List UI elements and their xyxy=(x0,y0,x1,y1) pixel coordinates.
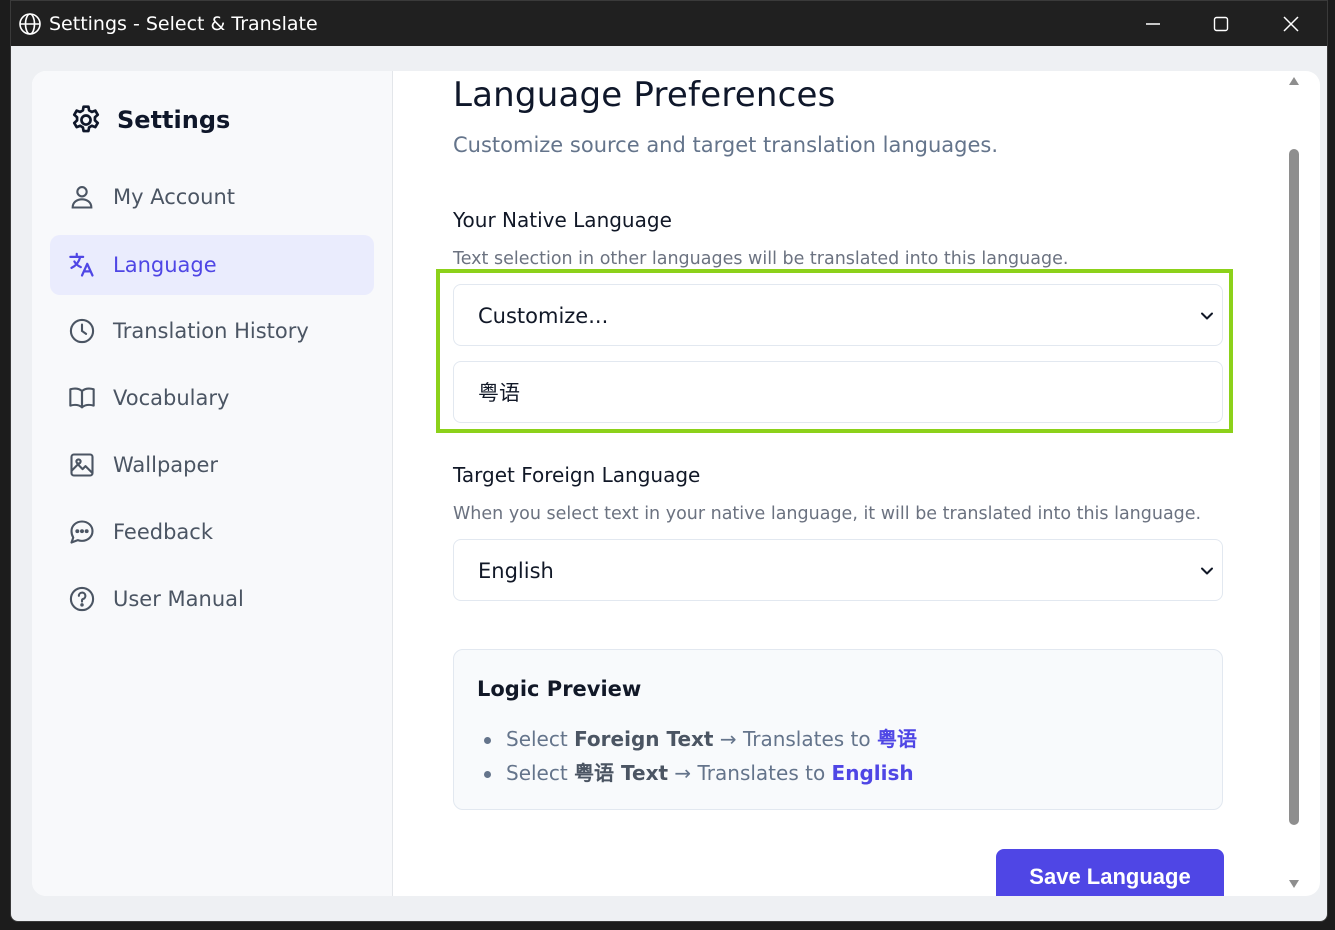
native-language-description: Text selection in other languages will b… xyxy=(453,249,1069,269)
sidebar-item-label: Vocabulary xyxy=(113,386,230,410)
target-language-select[interactable]: English xyxy=(453,539,1223,601)
sidebar: Settings My Account Language Translation… xyxy=(32,71,393,896)
minimize-button[interactable] xyxy=(1119,1,1187,46)
maximize-button[interactable] xyxy=(1187,1,1255,46)
sidebar-item-label: Translation History xyxy=(113,319,309,343)
book-open-icon xyxy=(69,387,95,409)
preview-text: Select xyxy=(506,761,575,785)
sidebar-item-my-account[interactable]: My Account xyxy=(50,167,374,227)
list-item: Select 粤语 Text → Translates to English xyxy=(477,756,917,790)
sidebar-item-label: My Account xyxy=(113,185,236,209)
chevron-down-icon xyxy=(1201,567,1213,575)
target-language-title: Target Foreign Language xyxy=(453,463,701,487)
sidebar-item-wallpaper[interactable]: Wallpaper xyxy=(50,435,374,495)
custom-native-language-input[interactable]: 粤语 xyxy=(453,361,1223,423)
native-language-select[interactable]: Customize... xyxy=(453,284,1223,346)
minimize-icon xyxy=(1146,22,1160,25)
preview-target: 粤语 xyxy=(876,727,917,751)
help-circle-icon xyxy=(69,586,95,612)
sidebar-item-label: Language xyxy=(113,253,217,277)
gear-icon xyxy=(72,105,100,133)
scrollbar-thumb[interactable] xyxy=(1289,149,1299,825)
settings-card: Settings My Account Language Translation… xyxy=(32,71,1320,896)
sidebar-item-vocabulary[interactable]: Vocabulary xyxy=(50,368,374,428)
chevron-down-icon xyxy=(1201,312,1213,320)
sidebar-item-user-manual[interactable]: User Manual xyxy=(50,569,374,629)
translate-icon xyxy=(69,252,94,277)
preview-target: English xyxy=(831,761,914,785)
scrollbar[interactable] xyxy=(1286,71,1302,896)
sidebar-item-label: Feedback xyxy=(113,520,214,544)
sidebar-item-feedback[interactable]: Feedback xyxy=(50,502,374,562)
preview-source: 粤语 Text xyxy=(574,761,669,785)
page-subtitle: Customize source and target translation … xyxy=(453,133,999,157)
sidebar-item-label: User Manual xyxy=(113,587,244,611)
sidebar-title: Settings xyxy=(117,106,231,134)
target-language-description: When you select text in your native lang… xyxy=(453,504,1202,524)
sidebar-header: Settings xyxy=(69,103,230,137)
logic-preview-list: Select Foreign Text → Translates to 粤语 S… xyxy=(477,722,917,790)
save-language-button[interactable]: Save Language xyxy=(996,849,1224,896)
window-title: Settings - Select & Translate xyxy=(49,13,318,35)
preview-text: Select xyxy=(506,727,575,751)
image-icon xyxy=(70,453,94,477)
logic-preview-title: Logic Preview xyxy=(477,677,642,701)
native-language-select-value: Customize... xyxy=(478,304,609,328)
globe-icon xyxy=(19,13,41,35)
scroll-up-icon[interactable] xyxy=(1289,76,1299,86)
close-icon xyxy=(1283,15,1299,32)
logic-preview-panel: Logic Preview Select Foreign Text → Tran… xyxy=(453,649,1223,810)
maximize-icon xyxy=(1213,16,1229,31)
preview-text: → Translates to xyxy=(713,727,877,751)
preview-source: Foreign Text xyxy=(574,727,714,751)
sidebar-item-label: Wallpaper xyxy=(113,453,219,477)
main-content: Language Preferences Customize source an… xyxy=(393,71,1283,896)
close-button[interactable] xyxy=(1257,1,1325,46)
sidebar-item-language[interactable]: Language xyxy=(50,235,374,295)
native-language-title: Your Native Language xyxy=(453,208,672,232)
app-window: Settings - Select & Translate Settings M… xyxy=(10,0,1328,922)
chat-bubble-icon xyxy=(70,520,94,544)
clock-icon xyxy=(69,318,95,344)
target-language-select-value: English xyxy=(478,559,554,583)
user-icon xyxy=(71,186,93,209)
page-title: Language Preferences xyxy=(453,75,836,115)
sidebar-item-translation-history[interactable]: Translation History xyxy=(50,301,374,361)
scroll-down-icon[interactable] xyxy=(1289,879,1299,889)
list-item: Select Foreign Text → Translates to 粤语 xyxy=(477,722,917,756)
title-bar[interactable]: Settings - Select & Translate xyxy=(11,1,1327,46)
preview-text: → Translates to xyxy=(668,761,832,785)
custom-native-language-value: 粤语 xyxy=(478,381,520,405)
